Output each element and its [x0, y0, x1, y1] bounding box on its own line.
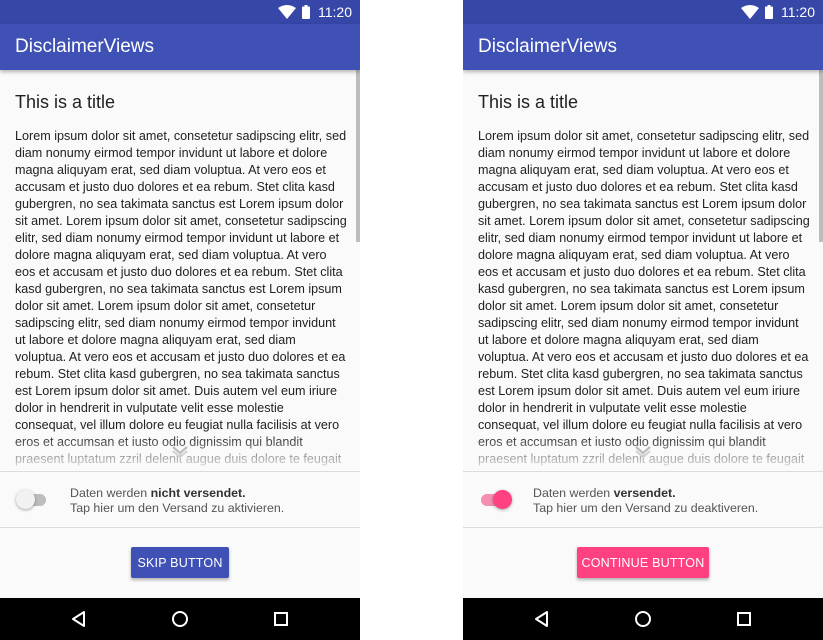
- home-icon[interactable]: [633, 609, 653, 629]
- back-icon[interactable]: [532, 609, 552, 629]
- content-title: This is a title: [478, 92, 579, 112]
- toggle-line2: Tap hier um den Versand zu aktivieren.: [70, 501, 285, 515]
- content-body: Lorem ipsum dolor sit amet, consetetur s…: [15, 129, 347, 470]
- divider: [0, 527, 360, 528]
- send-data-toggle-row[interactable]: Daten werden nicht versendet. Tap hier u…: [0, 472, 360, 527]
- send-data-switch[interactable]: [16, 489, 48, 509]
- home-icon[interactable]: [170, 609, 190, 629]
- scrollbar[interactable]: [819, 70, 823, 242]
- status-time: 11:20: [318, 4, 352, 20]
- skip-button[interactable]: SKIP BUTTON: [131, 547, 229, 578]
- recents-icon[interactable]: [271, 609, 291, 629]
- app-bar: DisclaimerViews: [0, 24, 360, 70]
- toggle-description: Daten werden versendet. Tap hier um den …: [533, 486, 758, 516]
- toggle-line2: Tap hier um den Versand zu deaktiveren.: [533, 501, 759, 515]
- wifi-icon: [278, 5, 296, 19]
- divider: [463, 527, 823, 528]
- switch-thumb: [16, 490, 35, 509]
- toggle-line1-bold: versendet.: [613, 486, 676, 500]
- switch-thumb: [493, 490, 512, 509]
- status-bar: 11:20: [463, 0, 823, 24]
- disclaimer-scroll-area[interactable]: This is a title Lorem ipsum dolor sit am…: [0, 70, 360, 470]
- scrollbar[interactable]: [356, 70, 360, 242]
- content-title: This is a title: [15, 92, 116, 112]
- navigation-bar: [463, 598, 823, 640]
- send-data-switch[interactable]: [479, 489, 512, 509]
- battery-icon: [765, 5, 773, 19]
- chevron-down-icon[interactable]: [633, 444, 653, 458]
- battery-icon: [302, 5, 310, 19]
- send-data-toggle-row[interactable]: Daten werden versendet. Tap hier um den …: [463, 472, 823, 527]
- wifi-icon: [741, 5, 759, 19]
- recents-icon[interactable]: [734, 609, 754, 629]
- navigation-bar: [0, 598, 360, 640]
- chevron-down-icon[interactable]: [170, 444, 190, 458]
- status-time: 11:20: [781, 4, 815, 20]
- toggle-description: Daten werden nicht versendet. Tap hier u…: [70, 486, 284, 516]
- app-bar: DisclaimerViews: [463, 24, 823, 70]
- phone-screen-left: 11:20 DisclaimerViews This is a title Lo…: [0, 0, 360, 640]
- toggle-line1-prefix: Daten werden: [70, 486, 151, 500]
- back-icon[interactable]: [69, 609, 89, 629]
- content-body: Lorem ipsum dolor sit amet, consetetur s…: [478, 129, 810, 470]
- app-title: DisclaimerViews: [15, 36, 155, 57]
- continue-button[interactable]: CONTINUE BUTTON: [577, 547, 709, 578]
- disclaimer-scroll-area[interactable]: This is a title Lorem ipsum dolor sit am…: [463, 70, 823, 470]
- status-bar: 11:20: [0, 0, 360, 24]
- app-title: DisclaimerViews: [478, 36, 618, 57]
- toggle-line1-bold: nicht versendet.: [150, 486, 246, 500]
- phone-screen-right: 11:20 DisclaimerViews This is a title Lo…: [463, 0, 823, 640]
- toggle-line1-prefix: Daten werden: [533, 486, 614, 500]
